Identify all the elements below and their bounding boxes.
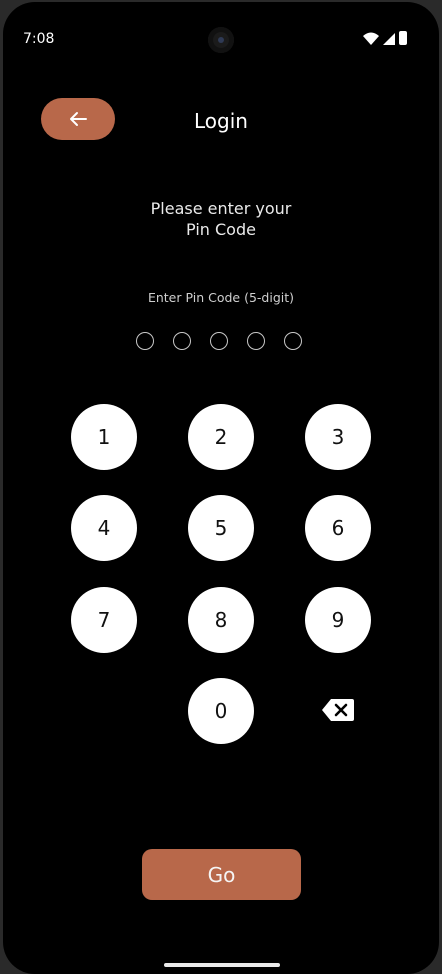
pin-label: Enter Pin Code (5-digit) bbox=[147, 290, 295, 305]
phone-screen: 7:08 Login Please enter your Pin Code En… bbox=[3, 2, 439, 974]
pin-dot bbox=[173, 332, 191, 350]
battery-icon bbox=[399, 31, 407, 45]
wifi-icon bbox=[363, 32, 379, 45]
signal-icon bbox=[383, 33, 395, 45]
pin-prompt-line2: Pin Code bbox=[186, 220, 256, 239]
keypad-key-1[interactable]: 1 bbox=[71, 404, 137, 470]
keypad-key-0[interactable]: 0 bbox=[188, 678, 254, 744]
status-time: 7:08 bbox=[23, 31, 55, 47]
keypad-key-4[interactable]: 4 bbox=[71, 495, 137, 561]
keypad-key-3[interactable]: 3 bbox=[305, 404, 371, 470]
pin-dot bbox=[136, 332, 154, 350]
camera-cutout bbox=[208, 27, 234, 53]
keypad-key-2[interactable]: 2 bbox=[188, 404, 254, 470]
pin-dot bbox=[247, 332, 265, 350]
status-icons bbox=[363, 31, 409, 48]
backspace-button[interactable] bbox=[318, 696, 358, 724]
keypad-key-9[interactable]: 9 bbox=[305, 587, 371, 653]
page-title: Login bbox=[194, 109, 248, 133]
pin-indicator bbox=[136, 332, 308, 356]
keypad-key-8[interactable]: 8 bbox=[188, 587, 254, 653]
home-indicator[interactable] bbox=[164, 963, 280, 967]
pin-dot bbox=[210, 332, 228, 350]
keypad-key-6[interactable]: 6 bbox=[305, 495, 371, 561]
go-button[interactable]: Go bbox=[142, 849, 301, 900]
status-bar: 7:08 bbox=[3, 2, 439, 62]
backspace-icon bbox=[322, 699, 354, 721]
keypad-key-7[interactable]: 7 bbox=[71, 587, 137, 653]
pin-dot bbox=[284, 332, 302, 350]
keypad-key-5[interactable]: 5 bbox=[188, 495, 254, 561]
pin-prompt-line1: Please enter your bbox=[150, 199, 292, 218]
pin-prompt: Please enter your Pin Code bbox=[3, 198, 439, 240]
